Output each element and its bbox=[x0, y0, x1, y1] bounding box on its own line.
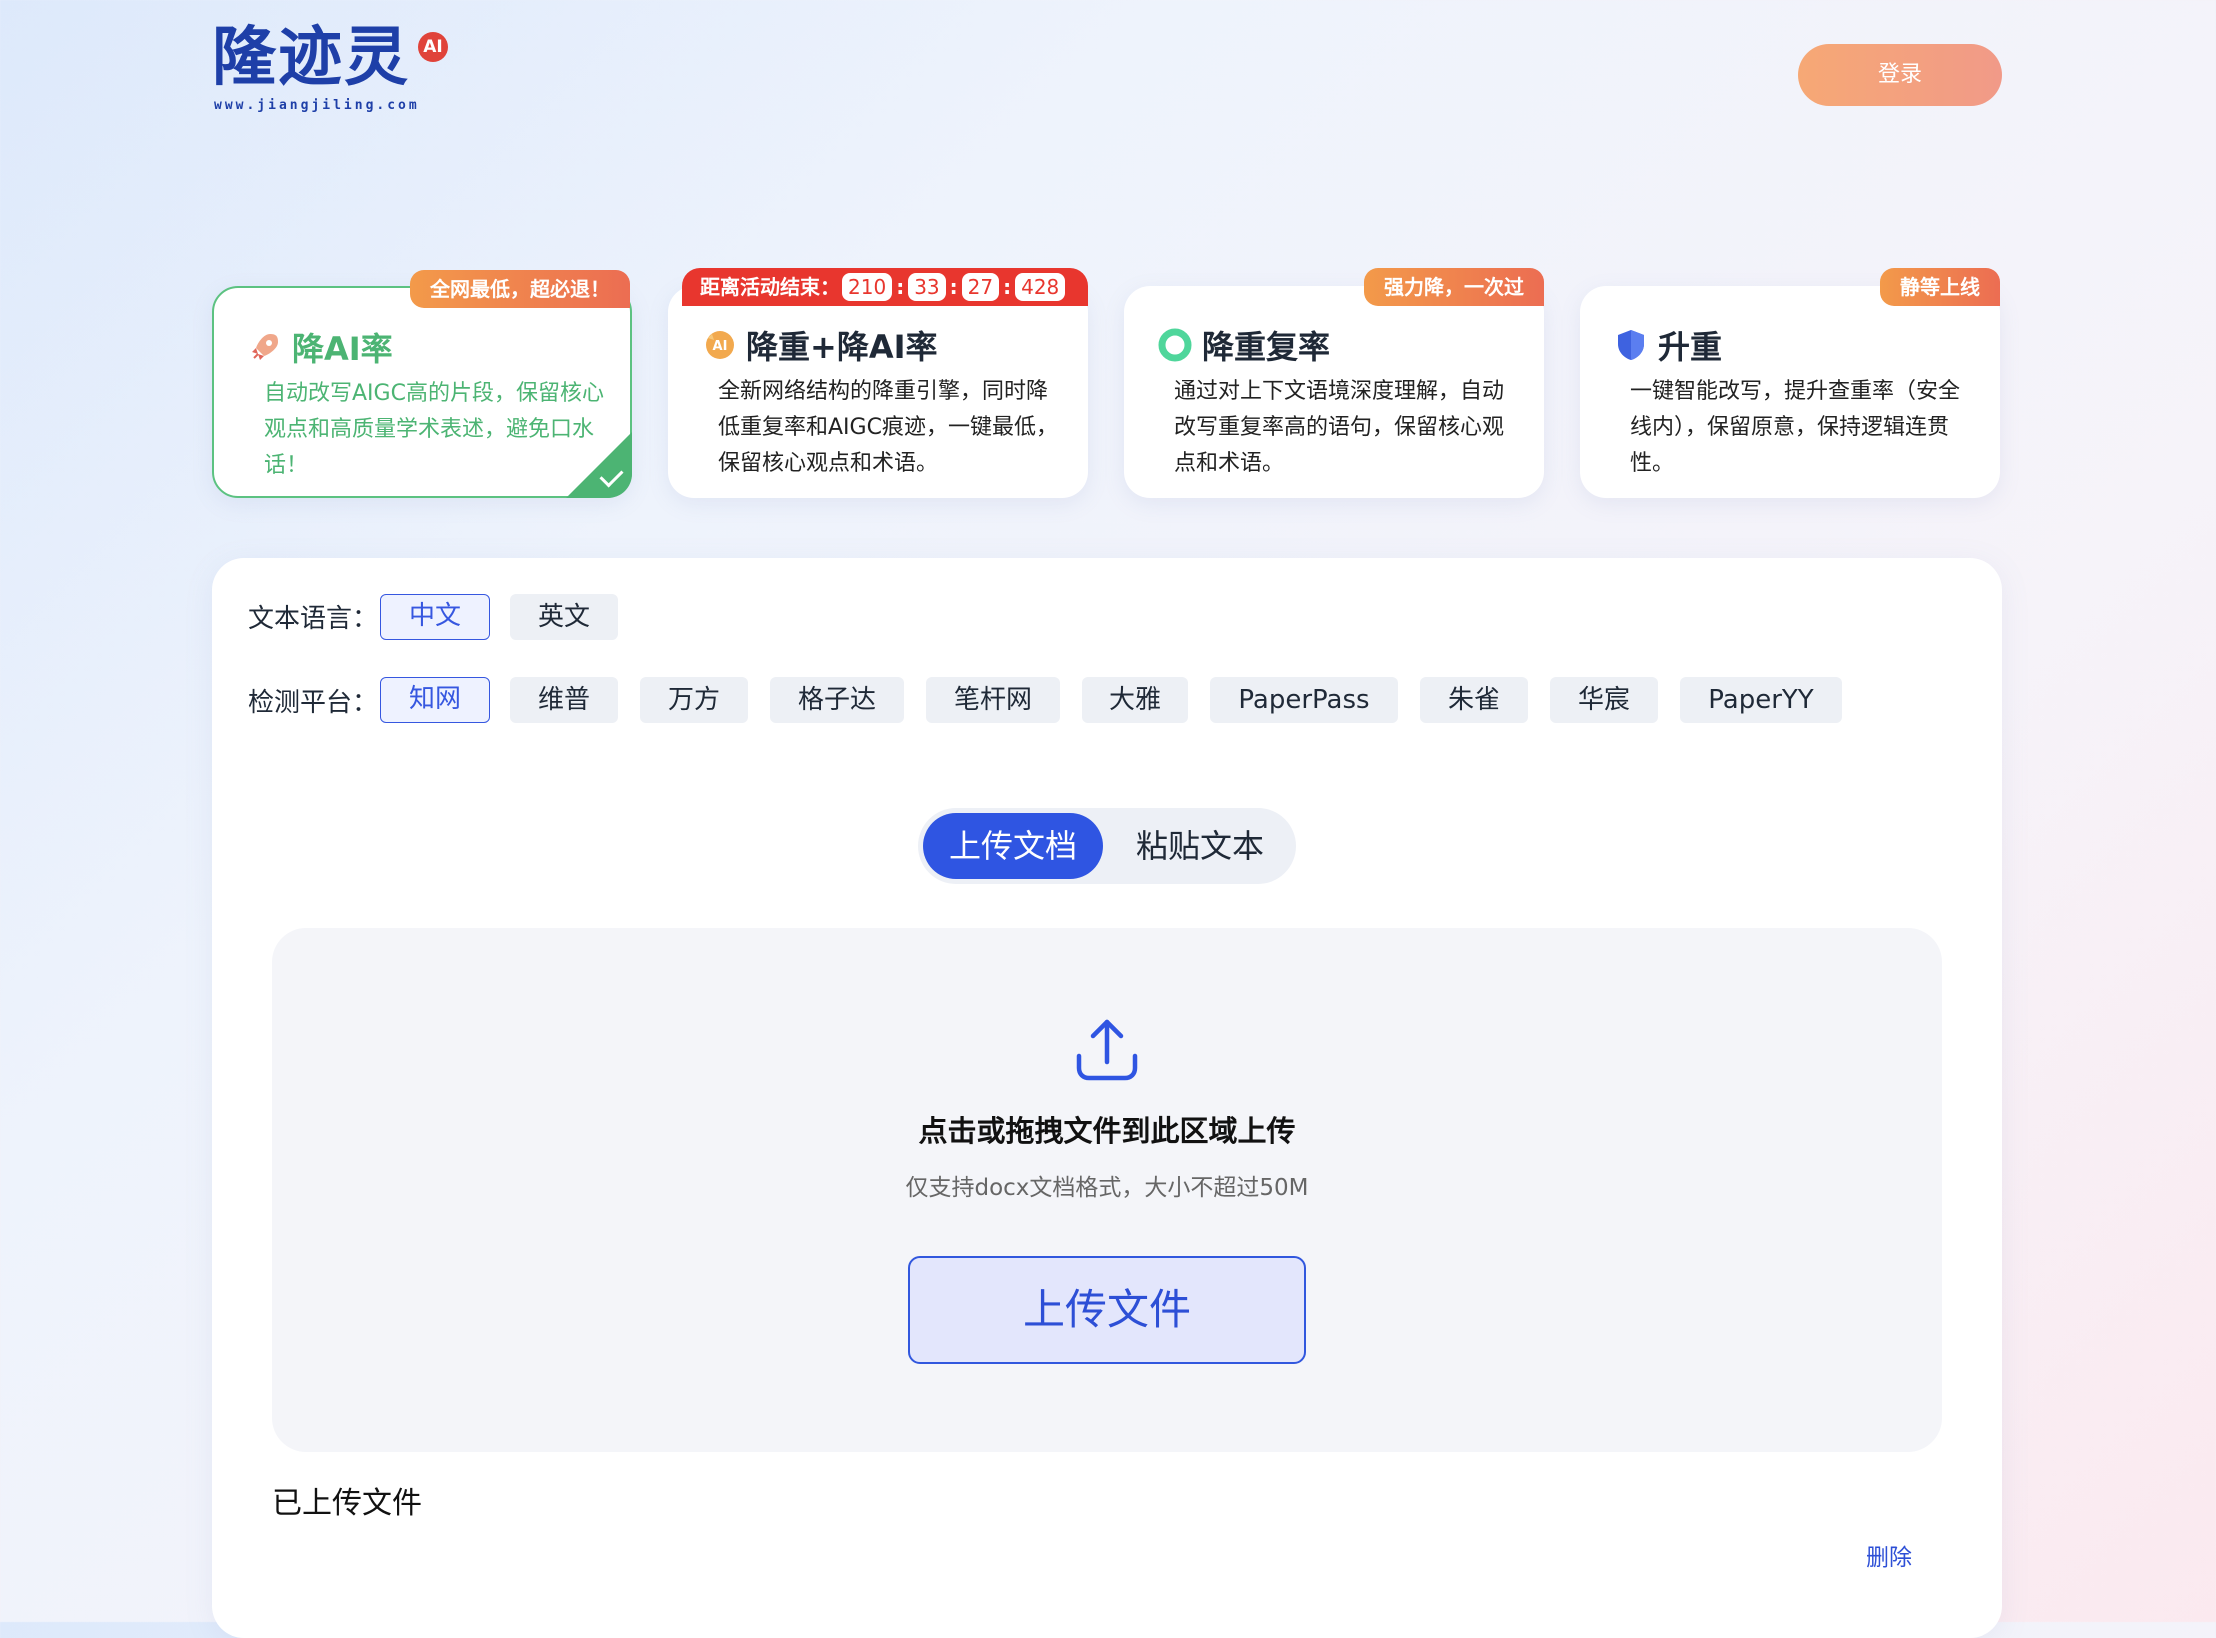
card-badge: 静等上线 bbox=[1880, 268, 2000, 306]
platform-option-cnki[interactable]: 知网 bbox=[380, 677, 490, 723]
platform-option-zhuque[interactable]: 朱雀 bbox=[1420, 677, 1528, 723]
language-option-en[interactable]: 英文 bbox=[510, 594, 618, 640]
platform-option-bigan[interactable]: 笔杆网 bbox=[926, 677, 1060, 723]
card-title: 升重 bbox=[1614, 322, 1722, 368]
delete-link[interactable]: 删除 bbox=[1866, 1538, 1912, 1572]
language-label: 文本语言： bbox=[248, 604, 379, 634]
platform-option-huachen[interactable]: 华宸 bbox=[1550, 677, 1658, 723]
countdown-ms: 428 bbox=[1015, 273, 1066, 301]
platform-option-gezida[interactable]: 格子达 bbox=[770, 677, 904, 723]
countdown-days: 210 bbox=[842, 273, 893, 301]
upload-file-button[interactable]: 上传文件 bbox=[908, 1256, 1306, 1364]
countdown-minutes: 27 bbox=[961, 273, 1000, 301]
card-desc: 自动改写AIGC高的片段，保留核心观点和高质量学术表述，避免口水话！ bbox=[264, 381, 604, 478]
card-title-text: 降重+降AI率 bbox=[746, 328, 938, 366]
login-button[interactable]: 登录 bbox=[1798, 44, 2002, 106]
platform-option-paperyy[interactable]: PaperYY bbox=[1680, 677, 1842, 723]
ring-icon bbox=[1158, 328, 1192, 362]
ai-badge-icon: AI bbox=[706, 331, 734, 359]
upload-dropzone[interactable]: 点击或拖拽文件到此区域上传 仅支持docx文档格式，大小不超过50M 上传文件 bbox=[272, 928, 1942, 1452]
card-title: 降重复率 bbox=[1158, 322, 1330, 368]
logo-text: 隆迹灵 bbox=[212, 21, 410, 95]
card-title-text: 降重复率 bbox=[1202, 328, 1331, 366]
card-desc: 全新网络结构的降重引擎，同时降低重复率和AIGC痕迹，一键最低，保留核心观点和术… bbox=[718, 379, 1058, 476]
svg-text:AI: AI bbox=[713, 339, 728, 354]
tab-upload-document[interactable]: 上传文档 bbox=[923, 813, 1103, 879]
logo-url: www.jiangjiling.com bbox=[214, 98, 420, 113]
card-title: 降AI率 bbox=[248, 324, 393, 370]
card-title-text: 升重 bbox=[1658, 328, 1723, 366]
countdown-label: 距离活动结束： bbox=[700, 275, 840, 299]
card-reduce-dup[interactable]: 强力降，一次过 降重复率 通过对上下文语境深度理解，自动改写重复率高的语句，保留… bbox=[1124, 268, 1544, 498]
platform-option-daya[interactable]: 大雅 bbox=[1082, 677, 1188, 723]
logo-ai-badge: AI bbox=[418, 32, 448, 62]
logo[interactable]: 隆迹灵 AI www.jiangjiling.com bbox=[212, 26, 452, 116]
upload-icon bbox=[1076, 1019, 1138, 1081]
card-reduce-dup-ai[interactable]: 距离活动结束： 210:33:27:428 AI 降重+降AI率 全新网络结构的降… bbox=[668, 268, 1088, 498]
uploaded-files-heading: 已上传文件 bbox=[272, 1486, 422, 1521]
platform-option-vip[interactable]: 维普 bbox=[510, 677, 618, 723]
dropzone-title: 点击或拖拽文件到此区域上传 bbox=[918, 1114, 1296, 1148]
selected-corner bbox=[566, 432, 632, 498]
card-title: AI 降重+降AI率 bbox=[702, 322, 938, 368]
shield-icon bbox=[1618, 330, 1644, 360]
card-badge: 强力降，一次过 bbox=[1364, 268, 1544, 306]
countdown-hours: 33 bbox=[908, 273, 946, 301]
card-title-text: 降AI率 bbox=[292, 330, 393, 368]
platform-label: 检测平台： bbox=[248, 688, 379, 718]
dropzone-subtitle: 仅支持docx文档格式，大小不超过50M bbox=[905, 1175, 1309, 1201]
countdown-badge: 距离活动结束： 210:33:27:428 bbox=[682, 268, 1088, 306]
rocket-icon bbox=[252, 334, 278, 360]
tab-paste-text[interactable]: 粘贴文本 bbox=[1108, 813, 1292, 879]
card-desc: 一键智能改写，提升查重率（安全线内），保留原意，保持逻辑连贯性。 bbox=[1630, 379, 1961, 476]
card-increase-dup[interactable]: 静等上线 升重 一键智能改写，提升查重率（安全线内），保留原意，保持逻辑连贯性。 bbox=[1580, 268, 2000, 498]
language-option-zh[interactable]: 中文 bbox=[380, 594, 490, 640]
platform-option-wanfang[interactable]: 万方 bbox=[640, 677, 748, 723]
card-badge: 全网最低，超必退！ bbox=[410, 270, 630, 308]
card-desc: 通过对上下文语境深度理解，自动改写重复率高的语句，保留核心观点和术语。 bbox=[1174, 379, 1505, 476]
platform-option-paperpass[interactable]: PaperPass bbox=[1210, 677, 1398, 723]
card-reduce-ai[interactable]: 全网最低，超必退！ 降AI率 自动改写AIGC高的片段，保留核心观点和高质量学术… bbox=[212, 270, 632, 498]
input-mode-tabs: 上传文档 粘贴文本 bbox=[918, 808, 1296, 884]
